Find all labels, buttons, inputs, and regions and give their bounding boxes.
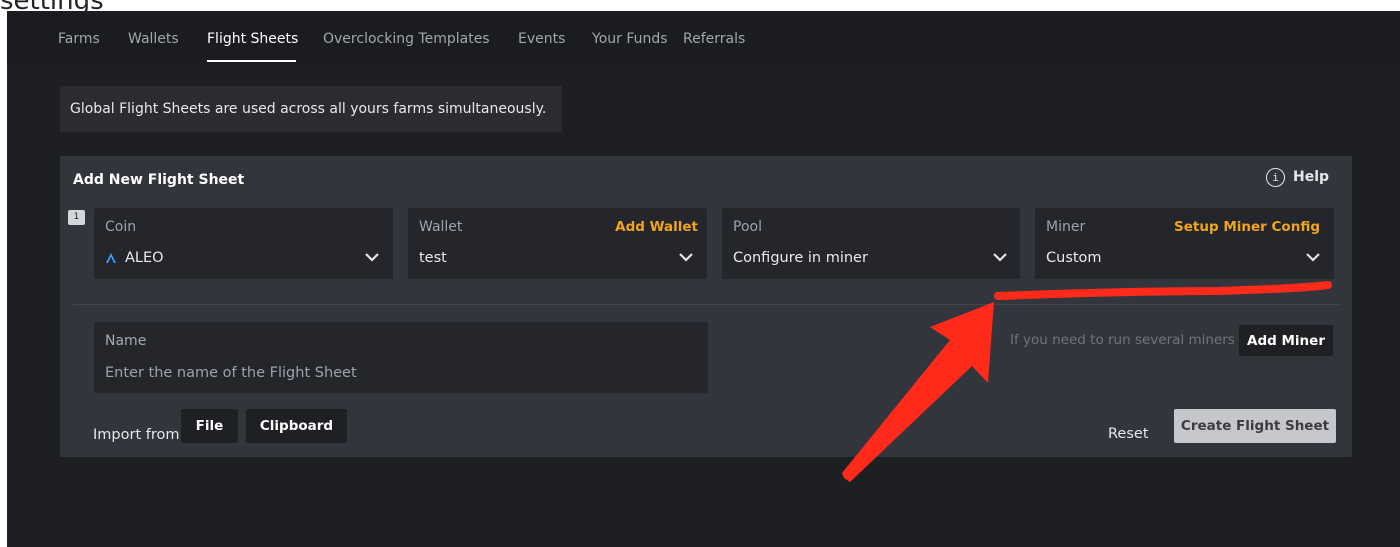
- setup-miner-config-link[interactable]: Setup Miner Config: [1174, 219, 1320, 235]
- nav-tab-flight-sheets[interactable]: Flight Sheets: [207, 31, 298, 47]
- coin-value-text: ALEO: [125, 250, 164, 266]
- help-link[interactable]: i Help: [1266, 166, 1329, 188]
- pool-value: Configure in miner: [733, 250, 868, 266]
- pool-label: Pool: [733, 219, 762, 235]
- several-miners-hint: If you need to run several miners: [1010, 332, 1235, 348]
- coin-value: ALEO: [105, 250, 164, 266]
- active-tab-indicator: [207, 60, 296, 62]
- miner-select[interactable]: Miner Setup Miner Config Custom: [1035, 208, 1334, 279]
- create-flight-sheet-button[interactable]: Create Flight Sheet: [1174, 409, 1336, 443]
- chevron-down-icon: [679, 253, 693, 262]
- wallet-value: test: [419, 250, 447, 266]
- nav-tab-events[interactable]: Events: [518, 31, 565, 47]
- app-window: Farms Wallets Flight Sheets Overclocking…: [7, 11, 1400, 547]
- coin-label: Coin: [105, 219, 137, 235]
- nav-tab-your-funds[interactable]: Your Funds: [592, 31, 668, 47]
- chevron-down-icon: [993, 253, 1007, 262]
- name-label: Name: [105, 333, 147, 349]
- top-navigation: Farms Wallets Flight Sheets Overclocking…: [7, 11, 1400, 64]
- miner-row-number: 1: [68, 210, 85, 225]
- import-file-button[interactable]: File: [181, 409, 238, 443]
- pool-select[interactable]: Pool Configure in miner: [722, 208, 1020, 279]
- nav-tab-overclocking-templates[interactable]: Overclocking Templates: [323, 31, 490, 47]
- add-flight-sheet-card: Add New Flight Sheet i Help 1 Coin ALEO …: [60, 156, 1352, 457]
- global-flight-sheets-info: Global Flight Sheets are used across all…: [60, 86, 562, 132]
- section-divider: [73, 304, 1339, 305]
- reset-button[interactable]: Reset: [1108, 426, 1149, 442]
- nav-tab-farms[interactable]: Farms: [58, 31, 100, 47]
- import-from-label: Import from: [93, 427, 180, 443]
- info-icon: i: [1266, 167, 1285, 187]
- miner-label: Miner: [1046, 219, 1086, 235]
- name-field[interactable]: Name: [94, 322, 708, 393]
- miner-value: Custom: [1046, 250, 1102, 266]
- add-wallet-link[interactable]: Add Wallet: [615, 219, 698, 235]
- add-miner-button[interactable]: Add Miner: [1239, 325, 1333, 356]
- chevron-down-icon: [1306, 253, 1320, 262]
- aleo-logo-icon: [106, 253, 116, 263]
- flight-sheet-name-input[interactable]: [105, 362, 695, 384]
- nav-tab-referrals[interactable]: Referrals: [683, 31, 745, 47]
- wallet-label: Wallet: [419, 219, 463, 235]
- help-label: Help: [1293, 169, 1330, 185]
- coin-select[interactable]: Coin ALEO: [94, 208, 393, 279]
- card-title: Add New Flight Sheet: [73, 172, 245, 188]
- nav-tab-wallets[interactable]: Wallets: [128, 31, 179, 47]
- chevron-down-icon: [365, 253, 379, 262]
- wallet-select[interactable]: Wallet Add Wallet test: [408, 208, 707, 279]
- import-clipboard-button[interactable]: Clipboard: [246, 409, 347, 443]
